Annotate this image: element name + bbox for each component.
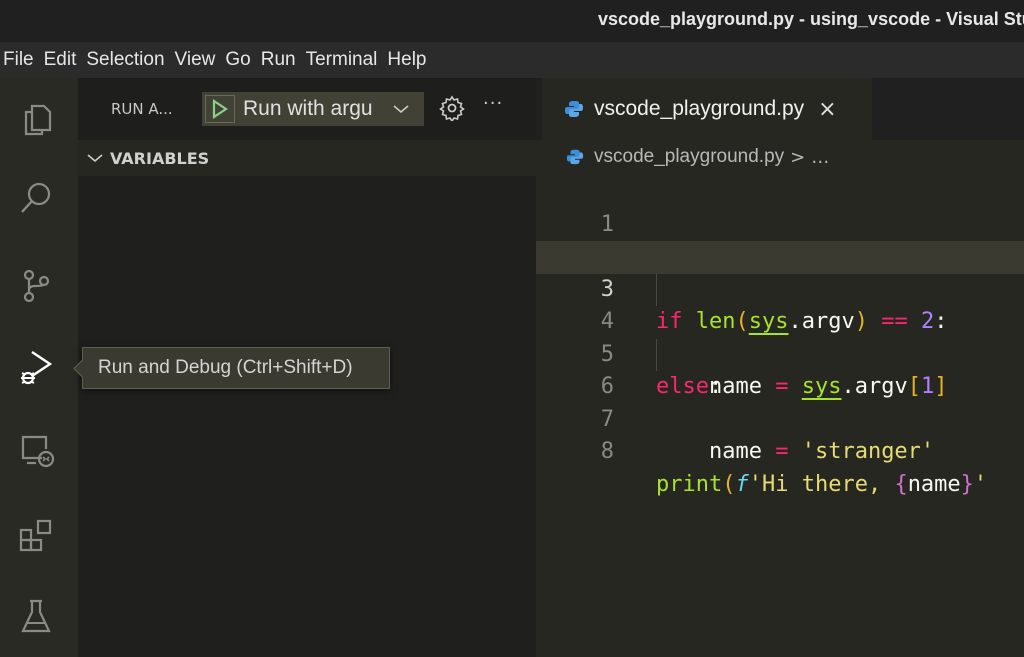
menu-view[interactable]: View (175, 49, 216, 71)
source-control-button[interactable] (14, 264, 58, 308)
python-file-icon (566, 149, 584, 165)
line-number: 8 (600, 439, 614, 464)
python-file-icon (565, 101, 583, 117)
testing-button[interactable] (14, 594, 58, 638)
code-line: 7 (536, 371, 1024, 432)
testing-icon (21, 599, 51, 633)
code-line: 4 name = sys.argv[1] (536, 273, 1024, 399)
sidebar-title: RUN A... (111, 100, 173, 118)
menu-edit[interactable]: Edit (44, 49, 77, 71)
start-debugging-button[interactable] (205, 95, 235, 123)
run-debug-icon (21, 351, 53, 385)
breadcrumb-separator: > (790, 146, 806, 168)
editor-tabs: vscode_playground.py × (536, 78, 1024, 140)
line-content: name = 'stranger' (708, 439, 935, 464)
activity-bar (0, 78, 78, 657)
explorer-button[interactable] (14, 98, 58, 142)
menu-help[interactable]: Help (387, 49, 426, 71)
source-control-icon (23, 269, 50, 303)
breadcrumb-file[interactable]: vscode_playground.py (594, 146, 784, 168)
menu-run[interactable]: Run (261, 49, 296, 71)
search-icon (21, 182, 51, 213)
more-actions-button[interactable]: ··· (483, 93, 503, 114)
menu-file[interactable]: File (3, 49, 34, 71)
indent-guide (656, 338, 657, 371)
run-config-label: Run with argu (243, 97, 373, 120)
code-line-current: 3 if len(sys.argv) == 2: (536, 241, 1024, 334)
sidebar-header: RUN A... Run with argu ··· (78, 78, 536, 140)
code-line: 5 else: (536, 306, 1024, 400)
chevron-down-icon (393, 105, 409, 114)
tab-label: vscode_playground.py (594, 97, 805, 120)
title-bar: vscode_playground.py - using_vscode - Vi… (0, 0, 1024, 42)
run-debug-tooltip: Run and Debug (Ctrl+Shift+D) (82, 347, 390, 389)
code-editor[interactable]: 1 import sys 2 3 if len(sys.argv) == 2: … (536, 176, 1024, 497)
search-button[interactable] (14, 176, 58, 220)
window-title: vscode_playground.py - using_vscode - Vi… (598, 9, 1024, 29)
extensions-button[interactable] (14, 514, 58, 558)
files-icon (24, 104, 52, 136)
menu-selection[interactable]: Selection (86, 49, 164, 71)
editor-area: vscode_playground.py × vscode_playground… (536, 78, 1024, 657)
line-content: print(f'Hi there, {name}' (656, 471, 988, 497)
code-line: 2 (536, 209, 1024, 269)
code-line: 1 import sys (536, 176, 1024, 270)
code-line: 8 print(f'Hi there, {name}' (536, 404, 1024, 497)
indent-guide (656, 273, 657, 306)
remote-explorer-button[interactable] (14, 430, 58, 474)
chevron-down-icon (87, 154, 103, 163)
gear-icon[interactable] (439, 95, 465, 121)
breadcrumb: vscode_playground.py > … (566, 146, 829, 168)
run-debug-button[interactable] (14, 346, 58, 390)
variables-section-label: VARIABLES (110, 148, 210, 168)
menu-bar: File Edit Selection View Go Run Terminal… (0, 42, 1024, 78)
extensions-icon (19, 519, 52, 552)
close-tab-icon[interactable]: × (818, 97, 836, 122)
menu-go[interactable]: Go (225, 49, 250, 71)
variables-panel (78, 176, 536, 657)
menu-terminal[interactable]: Terminal (306, 49, 378, 71)
remote-explorer-icon (21, 435, 55, 468)
breadcrumb-symbols[interactable]: … (811, 147, 829, 168)
variables-section-header[interactable]: VARIABLES (78, 140, 536, 176)
play-icon (212, 99, 228, 119)
code-line: 6 name = 'stranger' (536, 338, 1024, 464)
tab-vscode-playground[interactable]: vscode_playground.py × (542, 78, 872, 140)
run-config-dropdown[interactable]: Run with argu (202, 92, 424, 126)
